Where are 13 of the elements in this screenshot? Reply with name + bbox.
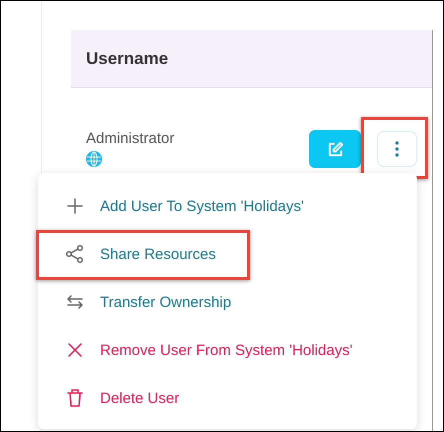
column-header: Username — [86, 48, 168, 68]
menu-item[interactable]: Add User To System 'Holidays' — [38, 182, 417, 230]
globe-icon — [86, 151, 102, 167]
share-icon — [65, 244, 85, 264]
plus-icon — [65, 196, 85, 216]
menu-item[interactable]: Transfer Ownership — [38, 278, 417, 326]
menu-item[interactable]: Delete User — [38, 374, 417, 422]
edit-button[interactable] — [309, 130, 361, 168]
more-icon — [395, 141, 399, 157]
username: Administrator — [86, 130, 176, 147]
menu-item[interactable]: Remove User From System 'Holidays' — [38, 326, 417, 374]
menu-item[interactable]: Share Resources — [38, 230, 417, 278]
trash-icon — [65, 388, 85, 408]
